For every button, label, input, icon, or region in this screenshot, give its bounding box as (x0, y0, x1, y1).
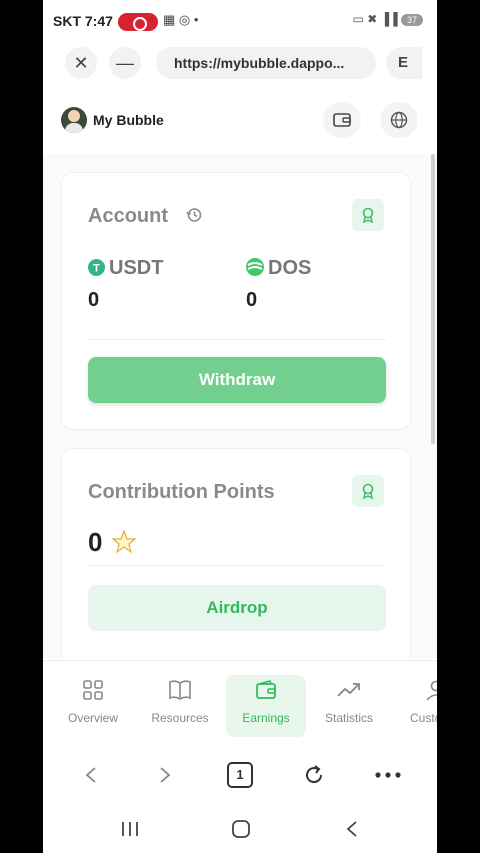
phone-screen: SKT 7:47 ▦ ◎ • ▭ ✖ ▐▐ 37 ✕ — https://myb… (43, 0, 437, 853)
tab-overview[interactable]: Overview (53, 675, 133, 737)
status-bar: SKT 7:47 ▦ ◎ • ▭ ✖ ▐▐ 37 (43, 0, 437, 42)
app-header: My Bubble (43, 96, 437, 144)
avatar[interactable] (61, 107, 87, 133)
globe-icon (390, 111, 408, 129)
airdrop-button[interactable]: Airdrop (88, 585, 386, 631)
more-options-icon[interactable] (371, 760, 405, 790)
tether-icon: T (88, 259, 105, 276)
contribution-badge-button[interactable] (352, 475, 384, 507)
book-icon (169, 680, 191, 700)
account-badge-button[interactable] (352, 199, 384, 231)
svg-text:T: T (93, 263, 100, 275)
usdt-balance: 0 (88, 289, 100, 311)
usdt-coin-label: T USDT (88, 257, 163, 280)
user-icon (426, 680, 437, 701)
tab-label: Resources (151, 711, 209, 725)
system-nav-bar (43, 804, 437, 853)
trend-icon (337, 683, 360, 697)
system-status-icons: ▭ ✖ ▐▐ 37 (353, 12, 423, 26)
url-field[interactable]: https://mybubble.dappo... (156, 47, 376, 79)
account-title-text: Account (88, 205, 168, 227)
bottom-tab-bar: Overview Resources Earnings Statistics C… (43, 660, 437, 744)
battery-icon: 37 (401, 13, 423, 26)
tab-statistics[interactable]: Statistics (309, 675, 389, 737)
browser-url-bar: ✕ — https://mybubble.dappo... E (43, 42, 437, 84)
tab-resources[interactable]: Resources (140, 675, 220, 737)
tab-label: E (398, 54, 409, 71)
contribution-points: 0 (88, 527, 137, 558)
usdt-symbol: USDT (109, 257, 164, 279)
wallet-icon (333, 113, 351, 127)
dos-icon (246, 258, 264, 276)
divider (88, 565, 386, 566)
star-icon (111, 529, 137, 554)
app-name: My Bubble (93, 112, 164, 128)
tab-label: Overview (67, 711, 118, 725)
close-icon[interactable]: ✕ (65, 47, 97, 79)
reload-icon[interactable] (297, 760, 331, 790)
divider (88, 339, 386, 340)
history-icon[interactable] (186, 207, 202, 223)
cast-icon: ▭ (352, 12, 364, 26)
contribution-card: Contribution Points 0 Airdrop (61, 448, 411, 658)
back-icon[interactable] (74, 760, 108, 790)
tab-count-button[interactable]: 1 (223, 760, 257, 790)
minimize-icon[interactable]: — (109, 47, 141, 79)
dos-balance: 0 (246, 289, 258, 311)
tab-customer[interactable]: Custo (395, 675, 437, 737)
tab-label: Earnings (242, 711, 290, 725)
screen-record-icon[interactable] (118, 13, 158, 31)
dos-coin-label: DOS (246, 257, 311, 280)
system-back-icon[interactable] (335, 814, 369, 844)
status-carrier-time: SKT 7:47 (53, 13, 113, 29)
mute-icon: ✖ (367, 12, 378, 26)
tab-label: Statistics (324, 711, 373, 725)
carrier-label: SKT (53, 13, 81, 29)
clock: 7:47 (84, 13, 113, 29)
main-content[interactable]: Account T USDT 0 DOS 0 Withdraw Contribut… (43, 154, 437, 658)
account-card: Account T USDT 0 DOS 0 Withdraw (61, 172, 411, 430)
points-value: 0 (88, 527, 103, 557)
grid-icon (83, 680, 103, 700)
award-icon (362, 483, 374, 499)
forward-icon[interactable] (148, 760, 182, 790)
notification-icons: ▦ ◎ • (163, 12, 199, 27)
wallet-button[interactable] (323, 102, 361, 138)
withdraw-button[interactable]: Withdraw (88, 357, 386, 403)
account-title: Account (88, 205, 202, 228)
award-icon (362, 207, 374, 223)
tab-earnings[interactable]: Earnings (226, 675, 306, 737)
dos-symbol: DOS (268, 257, 312, 279)
contribution-title: Contribution Points (88, 481, 275, 503)
signal-icon: ▐▐ (380, 12, 398, 26)
tab-count: 1 (227, 762, 253, 788)
home-icon[interactable] (224, 814, 258, 844)
tab-switcher-button[interactable]: E (386, 47, 422, 79)
browser-nav-bar: 1 (43, 746, 437, 804)
language-button[interactable] (380, 102, 418, 138)
scrollbar[interactable] (431, 154, 435, 444)
recent-apps-icon[interactable] (113, 814, 147, 844)
wallet-icon (256, 680, 276, 699)
tab-label: Custo (410, 711, 437, 725)
